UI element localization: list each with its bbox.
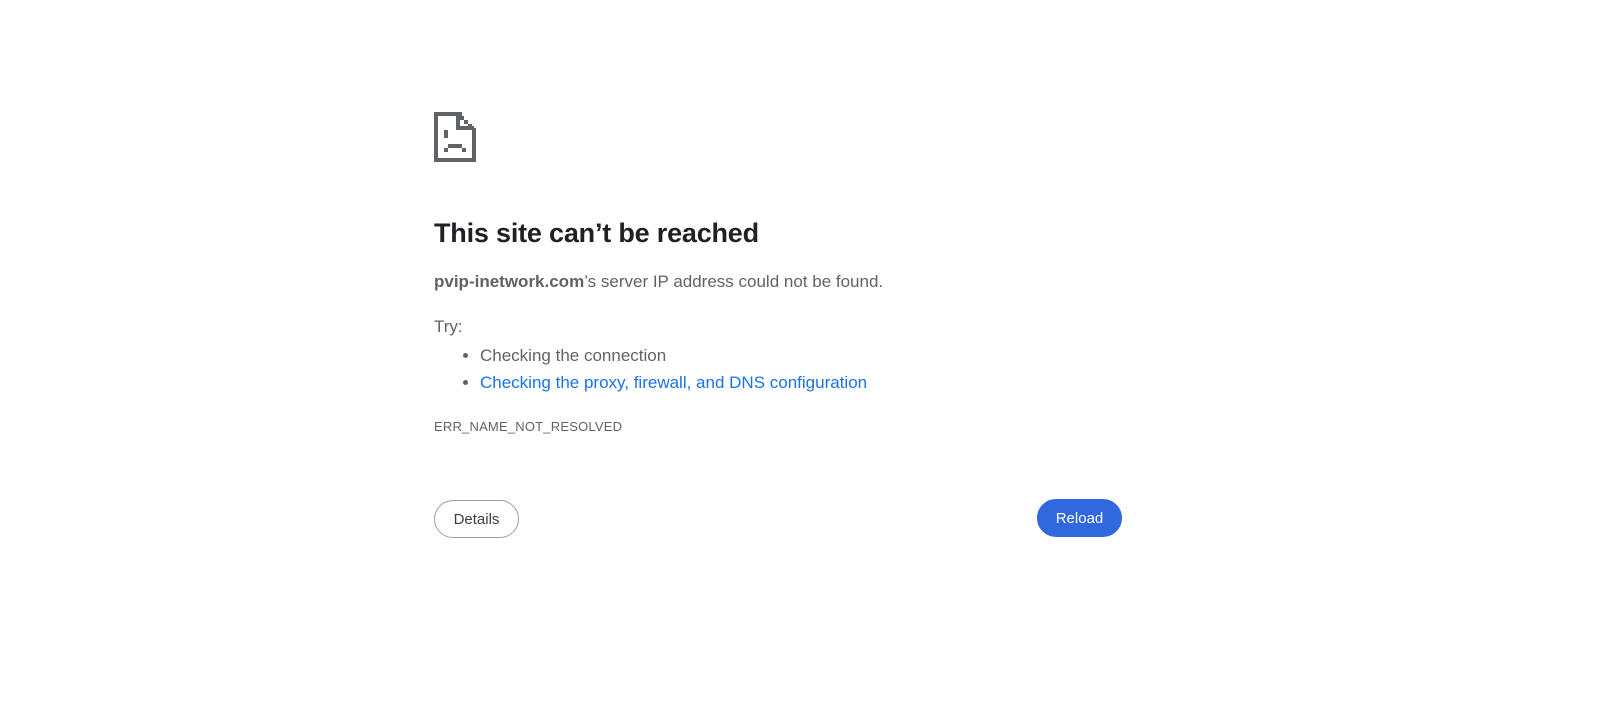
sad-document-icon bbox=[434, 112, 476, 162]
reload-button[interactable]: Reload bbox=[1037, 499, 1122, 537]
proxy-firewall-dns-link[interactable]: Checking the proxy, firewall, and DNS co… bbox=[480, 373, 867, 392]
error-summary-message: ’s server IP address could not be found. bbox=[584, 272, 884, 291]
try-label: Try: bbox=[434, 317, 463, 336]
page-title: This site can’t be reached bbox=[434, 218, 759, 248]
suggestion-check-connection: Checking the connection bbox=[480, 345, 867, 372]
error-page: This site can’t be reached pvip-inetwork… bbox=[0, 0, 1600, 709]
suggestion-label: Checking the connection bbox=[480, 346, 667, 365]
suggestions-list: Checking the connection Checking the pro… bbox=[434, 345, 867, 399]
error-code: ERR_NAME_NOT_RESOLVED bbox=[434, 419, 623, 434]
host-name: pvip-inetwork.com bbox=[434, 272, 585, 291]
error-content: This site can’t be reached pvip-inetwork… bbox=[434, 112, 1124, 434]
details-button[interactable]: Details bbox=[434, 500, 519, 538]
error-summary: pvip-inetwork.com’s server IP address co… bbox=[434, 272, 883, 292]
suggestion-check-proxy-firewall-dns: Checking the proxy, firewall, and DNS co… bbox=[480, 372, 867, 399]
